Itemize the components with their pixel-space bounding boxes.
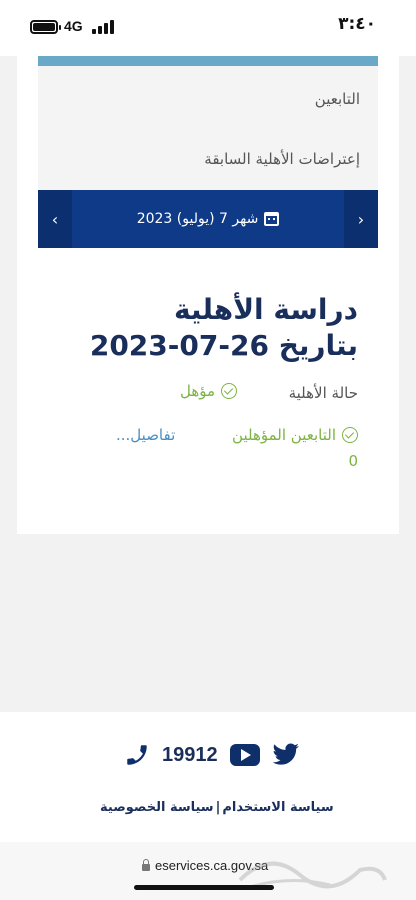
status-time: ٣:٤٠ xyxy=(338,14,376,34)
month-label-container: شهر 7 (يوليو) 2023 xyxy=(72,190,344,248)
title-line-1: دراسة الأهلية xyxy=(173,293,358,326)
network-type: 4G xyxy=(64,18,83,34)
month-label: شهر 7 (يوليو) 2023 xyxy=(136,211,259,227)
links-separator: | xyxy=(215,800,221,815)
eligibility-status-label: حالة الأهلية xyxy=(288,384,358,402)
previous-month-button[interactable]: › xyxy=(344,190,378,248)
battery-icon xyxy=(30,20,61,34)
status-bar: 4G ٣:٤٠ xyxy=(0,0,416,56)
footer xyxy=(0,712,416,842)
eligible-dependents-count: 0 xyxy=(348,452,358,470)
nav-item-previous-objections[interactable]: إعتراضات الأهلية السابقة xyxy=(204,150,360,168)
month-selector: ‹ شهر 7 (يوليو) 2023 › xyxy=(38,190,378,248)
calendar-icon xyxy=(264,212,280,226)
details-link[interactable]: تفاصيل... xyxy=(116,426,175,444)
eligibility-status-value: مؤهل xyxy=(180,382,238,400)
privacy-link[interactable]: سياسة الخصوصية xyxy=(100,800,214,815)
accent-strip xyxy=(38,56,378,66)
title-line-2: بتاريخ 26-07-2023 xyxy=(89,329,358,362)
nav-menu xyxy=(38,56,378,190)
youtube-icon[interactable] xyxy=(229,744,260,766)
chevron-left-icon: ‹ xyxy=(51,209,59,229)
chevron-right-icon: › xyxy=(357,209,365,229)
terms-link[interactable]: سياسة الاستخدام xyxy=(222,800,333,815)
phone-icon[interactable] xyxy=(124,742,150,768)
contact-row: 19912 xyxy=(124,742,300,768)
footer-links: سياسة الاستخدام | سياسة الخصوصية xyxy=(100,800,334,815)
page-title: دراسة الأهلية بتاريخ 26-07-2023 xyxy=(58,292,358,364)
eligible-dependents-label: التابعين المؤهلين xyxy=(232,426,358,444)
lock-icon xyxy=(142,858,150,871)
home-indicator xyxy=(134,885,274,890)
twitter-icon[interactable] xyxy=(272,743,300,767)
next-month-button[interactable]: ‹ xyxy=(38,190,72,248)
nav-item-dependents[interactable]: التابعين xyxy=(315,90,360,108)
phone-number[interactable]: 19912 xyxy=(162,744,218,767)
status-value-text: مؤهل xyxy=(180,382,216,400)
eligible-dependents-text: التابعين المؤهلين xyxy=(232,426,336,444)
check-circle-icon xyxy=(342,427,358,443)
signal-icon xyxy=(92,18,114,34)
check-circle-icon xyxy=(221,383,238,399)
